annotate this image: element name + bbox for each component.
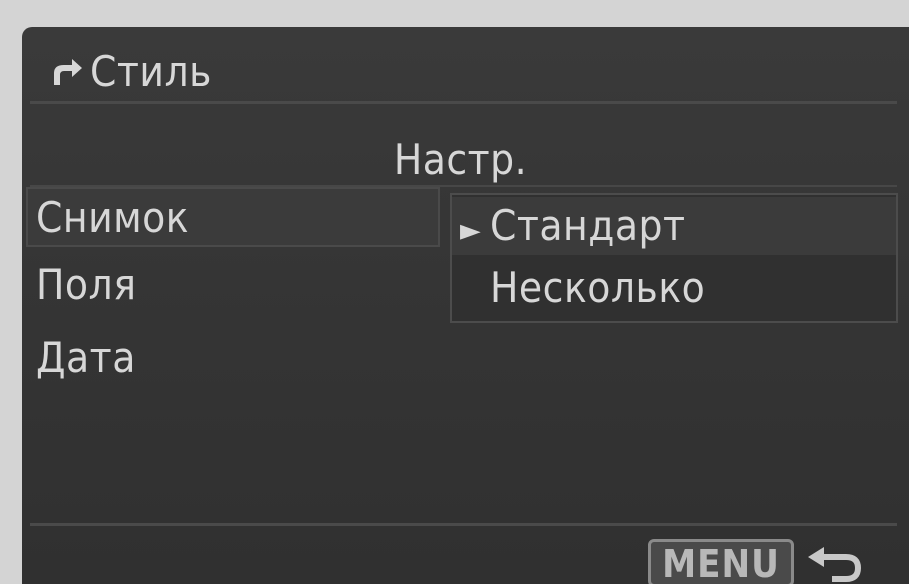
header-label: Настр. bbox=[393, 135, 528, 184]
back-arrow-icon bbox=[54, 59, 82, 85]
submenu-item-multiple[interactable]: Несколько bbox=[452, 259, 896, 317]
menu-item-snapshot[interactable]: Снимок bbox=[26, 187, 440, 247]
menu-item-label: Дата bbox=[36, 333, 136, 382]
settings-header: Настр. bbox=[22, 139, 909, 181]
submenu-panel: ► Стандарт Несколько bbox=[450, 193, 898, 323]
title-divider bbox=[30, 101, 897, 104]
submenu-item-label: Стандарт bbox=[490, 201, 686, 250]
menu-item-date[interactable]: Дата bbox=[36, 337, 136, 379]
menu-item-label: Снимок bbox=[36, 193, 190, 242]
submenu-item-label: Несколько bbox=[490, 263, 706, 312]
menu-screen: Стиль Настр. Снимок Поля Дата ► Стандарт… bbox=[22, 27, 909, 584]
submenu-item-standard[interactable]: ► Стандарт bbox=[452, 197, 896, 255]
menu-button[interactable]: MENU bbox=[648, 539, 794, 584]
footer-divider bbox=[30, 523, 897, 526]
menu-item-margins[interactable]: Поля bbox=[36, 264, 136, 306]
selection-pointer-icon: ► bbox=[460, 213, 481, 248]
screen-title: Стиль bbox=[48, 47, 212, 97]
title-label: Стиль bbox=[90, 47, 212, 96]
menu-item-label: Поля bbox=[36, 260, 137, 309]
return-arrow-icon bbox=[808, 547, 862, 582]
